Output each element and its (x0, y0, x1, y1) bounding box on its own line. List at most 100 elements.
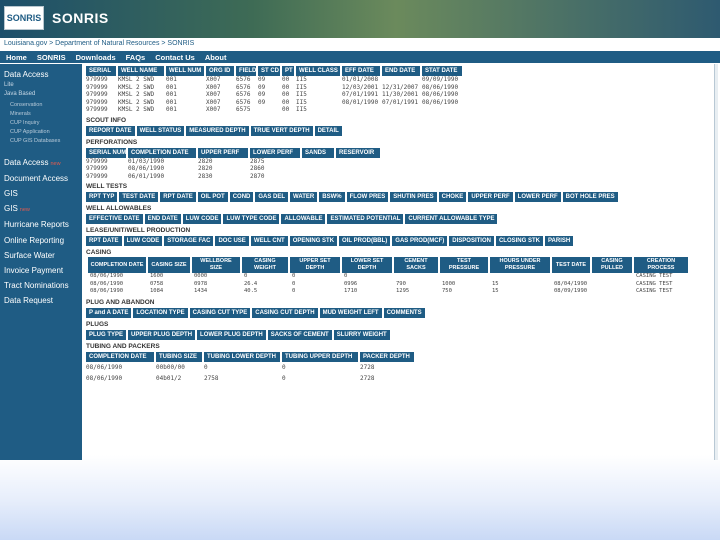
col-upper-plug-depth: UPPER PLUG DEPTH (128, 329, 196, 340)
vertical-scrollbar[interactable] (714, 64, 718, 460)
nav-faqs[interactable]: FAQs (126, 53, 146, 62)
perforations-rows: 979999 01/03/1990 2820 2875 979999 08/06/199… (86, 158, 716, 181)
col-casing-size: CASING SIZE (148, 257, 190, 273)
sidebar-sub-lite[interactable]: Lite (4, 82, 14, 88)
sidebar-sub-minerals[interactable]: Minerals (10, 111, 31, 117)
sidebar-item-gis[interactable]: GIS (4, 189, 18, 198)
col-tubing-upper-depth: TUBING UPPER DEPTH (282, 351, 358, 362)
table-row: 979999 KMSL 2 SWD 001 X007 6576 09 00 II5 08/01/… (86, 98, 459, 106)
col-upper-perf: UPPER PERF (468, 192, 513, 202)
col-pt: PT (282, 66, 294, 76)
col-lower-perf: LOWER PERF (250, 147, 300, 158)
col-disposition: DISPOSITION (449, 236, 494, 246)
col-rpt-date: RPT DATE (86, 236, 122, 246)
sidebar-item-data-access-header[interactable]: Data Access (4, 70, 48, 79)
sidebar-item-gis-new[interactable]: GIS new (4, 204, 30, 213)
table-row: 979999 06/01/1990 2830 2870 (86, 172, 265, 180)
nav-sonris[interactable]: SONRIS (37, 53, 66, 62)
col-upper-perf: UPPER PERF (198, 147, 248, 158)
section-title-casing: CASING (86, 249, 112, 256)
col-test-date: TEST DATE (119, 192, 159, 202)
col-packer-depth: PACKER DEPTH (360, 351, 414, 362)
sidebar-sub-cup-inquiry[interactable]: CUP Inquiry (10, 120, 40, 126)
col-allowable: ALLOWABLE (281, 214, 326, 224)
sidebar-item-surface-water[interactable]: Surface Water (4, 251, 55, 260)
nav-about[interactable]: About (205, 53, 227, 62)
col-well-status: WELL STATUS (136, 125, 185, 136)
col-bsw: BSW% (319, 192, 345, 202)
col-end-date: END DATE (144, 214, 181, 224)
col-well-cnt: WELL CNT (250, 236, 288, 246)
table-row: 979999 KMSL 2 SWD 001 X007 6576 09 00 II5 01/01/… (86, 76, 459, 83)
col-true-vert-depth: TRUE VERT DEPTH (250, 125, 313, 136)
col-eff-date: EFF DATE (342, 66, 380, 76)
app-title: SONRIS (52, 10, 109, 26)
col-opening-stk: OPENING STK (289, 236, 338, 246)
col-comments: COMMENTS (383, 307, 425, 318)
sidebar-item-invoice-payment[interactable]: Invoice Payment (4, 266, 63, 275)
sidebar-sub-cup-gis-databases[interactable]: CUP GIS Databases (10, 138, 60, 144)
sidebar-item-data-access[interactable]: Data Access new (4, 158, 61, 167)
sidebar-item-tract-nominations[interactable]: Tract Nominations (4, 281, 69, 290)
col-luw-type-code: LUW TYPE CODE (223, 214, 280, 224)
col-casing-cut-depth: CASING CUT DEPTH (252, 307, 318, 318)
col-rpt-typ: RPT TYP (86, 192, 118, 202)
new-badge: new (19, 207, 30, 213)
sidebar-sub-conservation[interactable]: Conservation (10, 102, 42, 108)
col-hours-under-pressure: HOURS UNDER PRESSURE (490, 257, 550, 273)
well-header-columns: SERIAL WELL NAME WELL NUM ORG ID FIELD S… (86, 66, 716, 76)
sidebar-sub-java-based[interactable]: Java Based (4, 91, 35, 97)
table-row: 979999 KMSL 2 SWD 001 X007 6576 09 00 II5 12/03/… (86, 83, 459, 91)
col-sands: SANDS (302, 147, 334, 158)
sidebar-sub-cup-application[interactable]: CUP Application (10, 129, 50, 135)
sidebar: Data Access Lite Java Based Conservation… (0, 64, 82, 460)
sidebar-item-hurricane-reports[interactable]: Hurricane Reports (4, 220, 69, 229)
sidebar-item-document-access[interactable]: Document Access (4, 174, 68, 183)
col-report-date: REPORT DATE (86, 125, 135, 136)
breadcrumb[interactable]: Louisiana.gov > Department of Natural Re… (4, 40, 194, 47)
col-completion-date: COMPLETION DATE (88, 257, 146, 273)
casing-table: COMPLETION DATE CASING SIZE WELLBORE SIZ… (86, 257, 690, 296)
plug-abandon-columns: P and A DATE LOCATION TYPE CASING CUT TY… (86, 307, 716, 318)
col-well-class: WELL CLASS (296, 66, 340, 76)
well-header-rows: 979999 KMSL 2 SWD 001 X007 6576 09 00 II5 01/01/… (86, 76, 716, 114)
col-gas-del: GAS DEL (255, 192, 289, 202)
sonris-logo[interactable]: SONRIS (4, 6, 44, 30)
table-row: 08/06/1990 0758 0978 26.4 0 0996 790 1000 15 08/0… (90, 280, 673, 287)
col-choke: CHOKE (438, 192, 467, 202)
col-completion-date: COMPLETION DATE (128, 147, 196, 158)
section-title-plug-and-abandon: PLUG AND ABANDON (86, 298, 155, 306)
col-oil-pot: OIL POT (197, 192, 228, 202)
col-casing-cut-type: CASING CUT TYPE (189, 307, 251, 318)
table-header-row: COMPLETION DATE CASING SIZE WELLBORE SIZ… (88, 257, 688, 273)
browser-page: SONRIS SONRIS Louisiana.gov > Department… (0, 0, 720, 460)
col-wellbore-size: WELLBORE SIZE (192, 257, 240, 273)
col-estimated-potential: ESTIMATED POTENTIAL (327, 214, 404, 224)
nav-downloads[interactable]: Downloads (76, 53, 116, 62)
nav-home[interactable]: Home (6, 53, 27, 62)
col-test-pressure: TEST PRESSURE (440, 257, 488, 273)
allowables-columns: EFFECTIVE DATE END DATE LUW CODE LUW TYP… (86, 214, 716, 224)
sidebar-item-online-reporting[interactable]: Online Reporting (4, 236, 64, 245)
new-badge: new (50, 161, 61, 167)
section-title-well-allowables: WELL ALLOWABLES (86, 205, 152, 212)
col-oil-prod: OIL PROD(BBL) (339, 236, 391, 246)
col-test-date: TEST DATE (552, 257, 590, 273)
col-slurry-weight: SLURRY WEIGHT (333, 329, 390, 340)
col-reservoir: RESERVOIR (336, 147, 380, 158)
col-parish: PARISH (544, 236, 574, 246)
col-serial: SERIAL (86, 66, 116, 76)
col-end-date: END DATE (382, 66, 420, 76)
col-plug-type: PLUG TYPE (86, 329, 127, 340)
section-title-tubing-and-packers: TUBING AND PACKERS (86, 342, 160, 350)
table-row: 979999 KMSL 2 SWD 001 X007 6576 09 00 II5 07/01/… (86, 91, 459, 98)
col-gas-prod: GAS PROD(MCF) (392, 236, 448, 246)
col-luw-code: LUW CODE (182, 214, 222, 224)
nav-contact-us[interactable]: Contact Us (155, 53, 195, 62)
section-title-plugs: PLUGS (86, 320, 109, 328)
sidebar-item-data-request[interactable]: Data Request (4, 296, 53, 305)
lease-columns: RPT DATE LUW CODE STORAGE FAC DOC USE WE… (86, 236, 716, 246)
table-row: 979999 KMSL 2 SWD 001 X007 6575 00 II5 (86, 106, 307, 113)
col-detail[interactable]: DETAIL (314, 125, 342, 136)
col-well-name: WELL NAME (118, 66, 164, 76)
